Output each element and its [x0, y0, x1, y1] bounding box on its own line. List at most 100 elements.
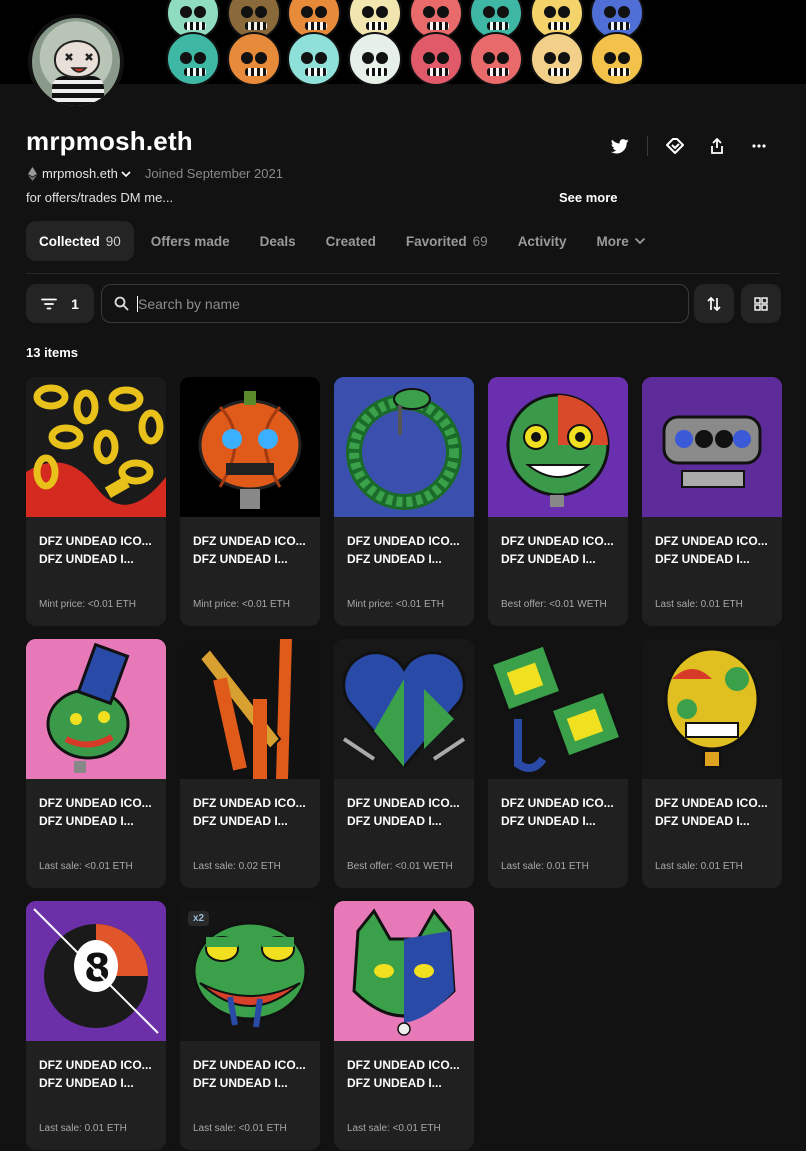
nft-title: DFZ UNDEAD ICO...	[655, 796, 768, 810]
nft-card[interactable]: x2 DFZ UNDEAD ICO... DFZ UNDEAD I... Last s…	[180, 901, 320, 1150]
share-icon	[711, 138, 723, 154]
tab-favorited[interactable]: Favorited 69	[393, 221, 501, 261]
nft-card[interactable]: DFZ UNDEAD ICO... DFZ UNDEAD I... Last sal…	[26, 639, 166, 888]
nft-title: DFZ UNDEAD ICO...	[193, 1058, 306, 1072]
nft-collection: DFZ UNDEAD I...	[347, 814, 442, 828]
nft-image[interactable]	[180, 639, 320, 779]
nft-image[interactable]	[488, 639, 628, 779]
tab-collected[interactable]: Collected 90	[26, 221, 134, 261]
ethereum-icon	[28, 166, 37, 181]
profile-bio: for offers/trades DM me...	[26, 190, 174, 205]
nft-card[interactable]: DFZ UNDEAD ICO... DFZ UNDEAD I... Last sal…	[334, 901, 474, 1150]
nft-image[interactable]	[180, 377, 320, 517]
nft-title: DFZ UNDEAD ICO...	[39, 1058, 152, 1072]
nft-card[interactable]: DFZ UNDEAD ICO... DFZ UNDEAD I... Mint pri…	[180, 377, 320, 626]
nft-image[interactable]	[334, 639, 474, 779]
tab-label: Deals	[259, 233, 296, 249]
banner-skull	[166, 32, 220, 84]
nft-price: Last sale: 0.02 ETH	[193, 861, 281, 872]
nft-image[interactable]	[26, 377, 166, 517]
nft-image[interactable]	[334, 377, 474, 517]
nft-image[interactable]	[488, 377, 628, 517]
nft-image[interactable]	[26, 639, 166, 779]
tab-label: More	[596, 233, 629, 249]
nft-title: DFZ UNDEAD ICO...	[347, 534, 460, 548]
nft-title: DFZ UNDEAD ICO...	[501, 796, 614, 810]
tab-count: 90	[105, 233, 121, 249]
nft-collection: DFZ UNDEAD I...	[193, 552, 288, 566]
share-button[interactable]	[696, 132, 738, 160]
grid-icon	[754, 296, 768, 311]
nft-price: Last sale: <0.01 ETH	[193, 1123, 287, 1134]
nft-card[interactable]: 8 DFZ UNDEAD ICO... DFZ UNDEAD I... Last sa…	[26, 901, 166, 1150]
nft-collection: DFZ UNDEAD I...	[39, 1076, 134, 1090]
nft-collection: DFZ UNDEAD I...	[39, 552, 134, 566]
search-icon	[114, 296, 129, 311]
nft-artwork	[180, 377, 320, 517]
nft-collection: DFZ UNDEAD I...	[193, 814, 288, 828]
nft-card[interactable]: DFZ UNDEAD ICO... DFZ UNDEAD I... Best off…	[488, 377, 628, 626]
banner-skull	[409, 32, 463, 84]
profile-tabs: Collected 90 Offers made Deals Created Favori…	[26, 221, 663, 261]
nft-image[interactable]: 8	[26, 901, 166, 1041]
filter-icon	[41, 298, 57, 309]
twitter-button[interactable]	[599, 132, 641, 160]
twitter-icon	[611, 138, 629, 153]
chevron-down-icon[interactable]	[121, 170, 131, 178]
tab-label: Favorited	[405, 233, 467, 249]
tab-created[interactable]: Created	[313, 221, 389, 261]
nft-collection: DFZ UNDEAD I...	[193, 1076, 288, 1090]
tab-label: Created	[325, 233, 376, 249]
nft-card[interactable]: DFZ UNDEAD ICO... DFZ UNDEAD I... Mint pri…	[334, 377, 474, 626]
nft-title: DFZ UNDEAD ICO...	[193, 796, 306, 810]
profile-meta: mrpmosh.eth Joined September 2021	[28, 166, 283, 181]
nft-title: DFZ UNDEAD ICO...	[347, 1058, 460, 1072]
nft-card[interactable]: DFZ UNDEAD ICO... DFZ UNDEAD I... Best off…	[334, 639, 474, 888]
nft-collection: DFZ UNDEAD I...	[347, 552, 442, 566]
profile-actions	[599, 132, 780, 160]
nft-image[interactable]	[334, 901, 474, 1041]
tab-offers-made[interactable]: Offers made	[138, 221, 243, 261]
nft-title: DFZ UNDEAD ICO...	[501, 534, 614, 548]
nft-title: DFZ UNDEAD ICO...	[39, 534, 152, 548]
nft-card[interactable]: DFZ UNDEAD ICO... DFZ UNDEAD I... Last sal…	[488, 639, 628, 888]
nft-artwork	[642, 639, 782, 779]
grid-view-button[interactable]	[741, 284, 781, 323]
wallet-address[interactable]: mrpmosh.eth	[42, 166, 118, 181]
items-grid: DFZ UNDEAD ICO... DFZ UNDEAD I... Mint pri…	[26, 377, 782, 1150]
nft-price: Last sale: <0.01 ETH	[347, 1123, 441, 1134]
avatar[interactable]	[28, 14, 124, 110]
nft-image[interactable]	[642, 639, 782, 779]
nft-card[interactable]: DFZ UNDEAD ICO... DFZ UNDEAD I... Mint pri…	[26, 377, 166, 626]
nft-artwork	[488, 639, 628, 779]
tab-more[interactable]: More	[583, 221, 658, 261]
nft-title: DFZ UNDEAD ICO...	[347, 796, 460, 810]
nft-card[interactable]: DFZ UNDEAD ICO... DFZ UNDEAD I... Last sal…	[642, 377, 782, 626]
tab-label: Offers made	[150, 233, 230, 249]
nft-price: Mint price: <0.01 ETH	[39, 599, 136, 610]
items-count: 13 items	[26, 345, 79, 360]
search-input[interactable]	[138, 295, 638, 312]
see-more-link[interactable]: See more	[559, 190, 618, 205]
tab-activity[interactable]: Activity	[505, 221, 580, 261]
nft-artwork	[642, 377, 782, 517]
filter-button[interactable]: 1	[26, 284, 94, 323]
nft-artwork: 8	[26, 901, 166, 1041]
tab-deals[interactable]: Deals	[247, 221, 309, 261]
joined-date: Joined September 2021	[144, 166, 283, 181]
nft-card[interactable]: DFZ UNDEAD ICO... DFZ UNDEAD I... Last sal…	[642, 639, 782, 888]
tab-label: Activity	[517, 233, 567, 249]
nft-price: Best offer: <0.01 WETH	[347, 861, 453, 872]
nft-image[interactable]	[642, 377, 782, 517]
nft-artwork	[26, 377, 166, 517]
offers-button[interactable]	[654, 132, 696, 160]
nft-card[interactable]: DFZ UNDEAD ICO... DFZ UNDEAD I... Last sal…	[180, 639, 320, 888]
search-bar[interactable]	[101, 284, 689, 323]
divider	[647, 136, 648, 156]
more-button[interactable]	[738, 132, 780, 160]
nft-price: Last sale: 0.01 ETH	[501, 861, 589, 872]
nft-artwork	[488, 377, 628, 517]
banner-skull	[469, 32, 523, 84]
nft-image[interactable]: x2	[180, 901, 320, 1041]
sort-button[interactable]	[694, 284, 734, 323]
